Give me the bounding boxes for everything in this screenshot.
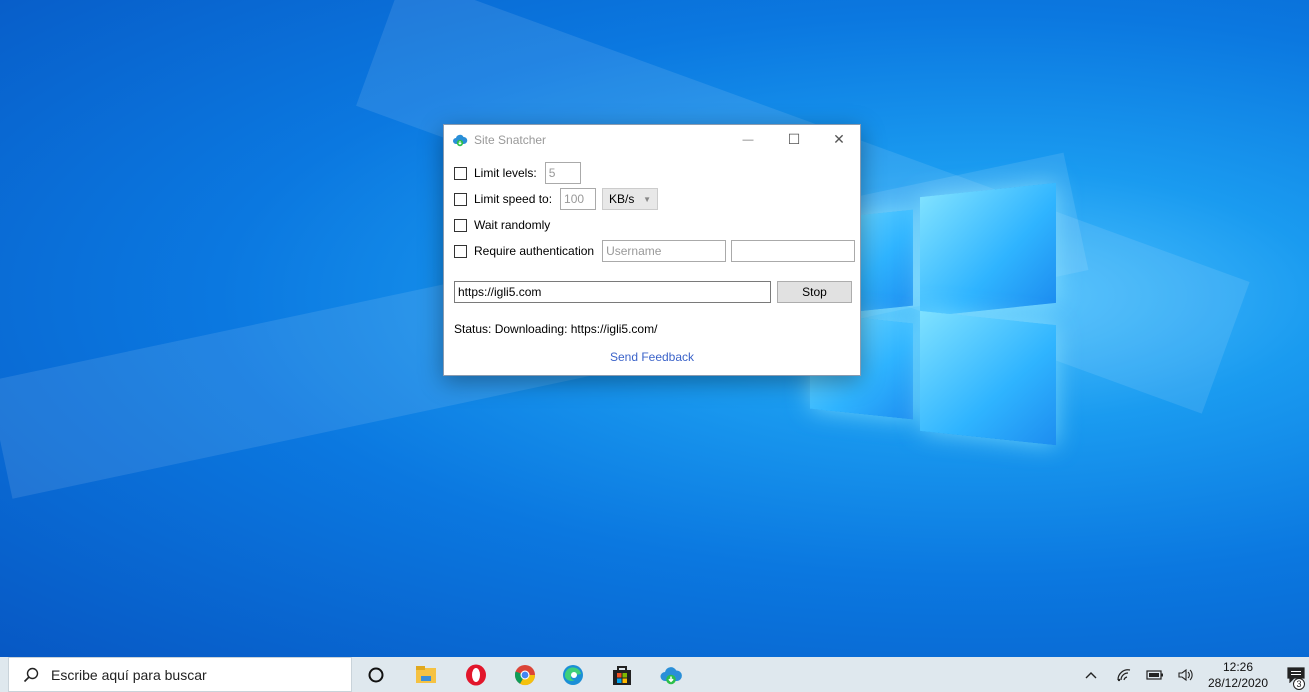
site-snatcher-window: Site Snatcher — ☐ ✕ Limit levels: 5 Limi… xyxy=(443,124,861,376)
limit-speed-checkbox[interactable] xyxy=(454,192,467,206)
username-field[interactable]: Username xyxy=(602,240,727,262)
password-field[interactable] xyxy=(731,240,856,262)
require-auth-label: Require authentication xyxy=(474,244,595,258)
require-auth-checkbox[interactable] xyxy=(454,244,467,258)
wait-randomly-row: Wait randomly xyxy=(454,214,550,236)
search-placeholder: Escribe aquí para buscar xyxy=(51,666,207,683)
speed-unit-select[interactable]: KB/s ▼ xyxy=(602,188,659,210)
clock-time: 12:26 xyxy=(1222,660,1254,674)
store-icon[interactable] xyxy=(610,663,634,687)
volume-icon[interactable] xyxy=(1175,657,1197,692)
task-view-icon[interactable] xyxy=(364,663,388,687)
limit-speed-input[interactable]: 100 xyxy=(560,188,597,210)
opera-icon[interactable] xyxy=(464,663,488,687)
notifications-button[interactable]: 3 xyxy=(1282,657,1309,692)
chevron-down-icon: ▼ xyxy=(643,194,652,204)
limit-speed-label: Limit speed to: xyxy=(474,192,553,206)
minimize-button[interactable]: — xyxy=(725,125,771,154)
taskbar-search-box[interactable]: Escribe aquí para buscar xyxy=(8,657,352,692)
edge-icon[interactable] xyxy=(561,663,585,687)
taskbar-clock[interactable]: 12:26 28/12/2020 xyxy=(1200,659,1276,691)
limit-levels-label: Limit levels: xyxy=(474,166,537,180)
battery-icon[interactable] xyxy=(1144,657,1166,692)
close-icon: ✕ xyxy=(833,131,845,147)
window-title: Site Snatcher xyxy=(474,132,547,147)
maximize-button[interactable]: ☐ xyxy=(771,125,817,154)
tray-chevron-icon[interactable] xyxy=(1080,657,1102,692)
status-text: Status: Downloading: https://igli5.com/ xyxy=(454,322,658,336)
file-explorer-icon[interactable] xyxy=(414,663,438,687)
send-feedback-link[interactable]: Send Feedback xyxy=(444,350,860,364)
cloud-download-icon xyxy=(453,134,468,146)
minimize-icon: — xyxy=(742,133,754,146)
speed-unit-value: KB/s xyxy=(609,192,635,206)
search-icon xyxy=(23,667,39,682)
limit-levels-input[interactable]: 5 xyxy=(544,162,581,184)
notification-count-badge: 3 xyxy=(1293,678,1305,690)
stop-button[interactable]: Stop xyxy=(777,281,852,303)
chrome-icon[interactable] xyxy=(513,663,537,687)
maximize-icon: ☐ xyxy=(787,131,801,147)
wait-randomly-checkbox[interactable] xyxy=(454,218,467,232)
limit-speed-row: Limit speed to: 100 KB/s ▼ xyxy=(454,188,659,210)
network-icon[interactable] xyxy=(1113,657,1135,692)
clock-date: 28/12/2020 xyxy=(1207,676,1269,690)
wait-randomly-label: Wait randomly xyxy=(474,218,551,232)
limit-levels-checkbox[interactable] xyxy=(454,166,467,180)
require-auth-row: Require authentication Username xyxy=(454,240,856,262)
url-input[interactable]: https://igli5.com xyxy=(454,281,771,303)
title-bar[interactable]: Site Snatcher — ☐ ✕ xyxy=(444,125,860,154)
site-snatcher-taskbar-icon[interactable] xyxy=(659,663,683,687)
close-button[interactable]: ✕ xyxy=(816,125,862,154)
taskbar: Escribe aquí para buscar 12:26 28/12/202… xyxy=(0,657,1309,692)
limit-levels-row: Limit levels: 5 xyxy=(454,162,581,184)
